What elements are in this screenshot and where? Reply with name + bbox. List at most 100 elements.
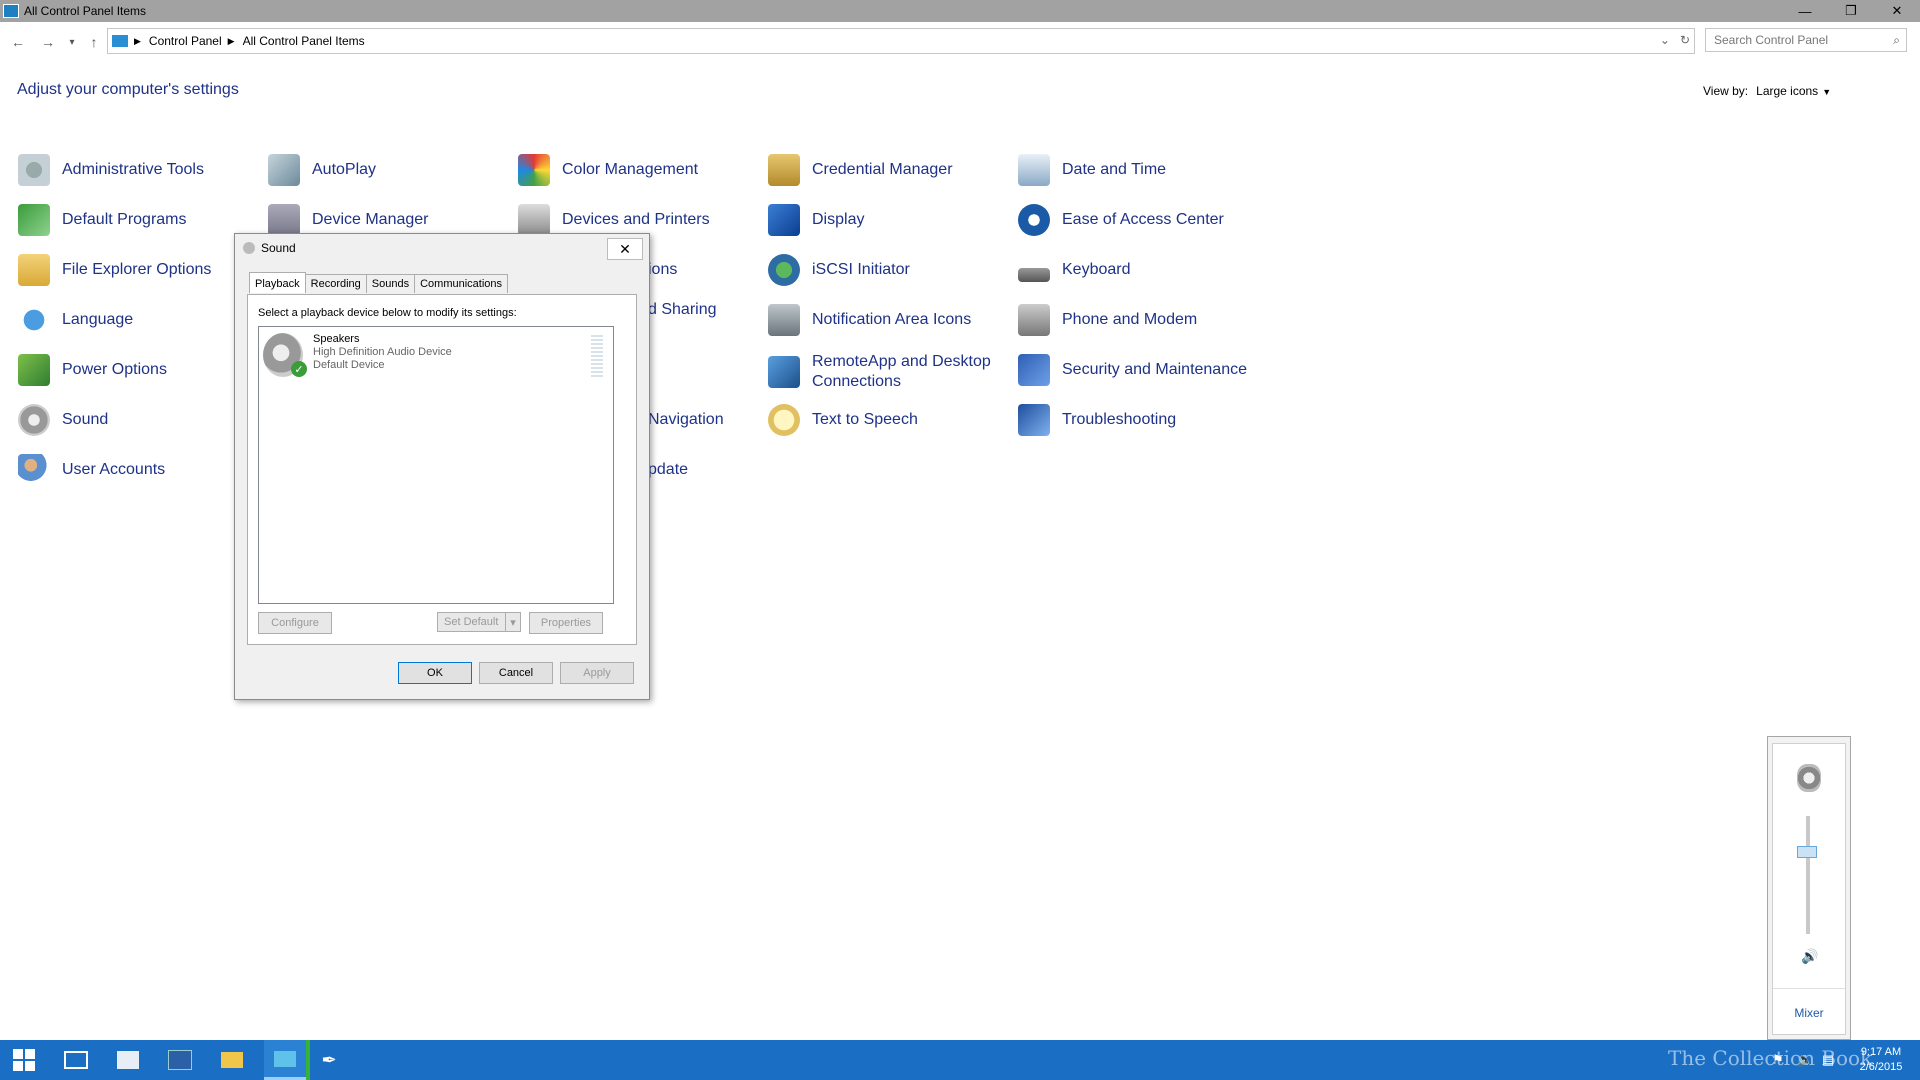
item-language[interactable]: Language: [18, 302, 133, 338]
action-center-flag-icon[interactable]: ⚑: [1772, 1052, 1784, 1068]
tab-recording[interactable]: Recording: [304, 274, 367, 293]
recent-locations-button[interactable]: ▾: [62, 32, 82, 52]
control-panel-icon: [112, 35, 128, 47]
window-controls: — ❐ ✕: [1782, 0, 1920, 22]
volume-slider[interactable]: [1806, 816, 1810, 934]
view-by-dropdown[interactable]: Large icons ▼: [1756, 84, 1831, 98]
troubleshooting-icon: [1018, 404, 1050, 436]
address-dropdown-icon[interactable]: ⌄: [1660, 33, 1670, 47]
ok-button[interactable]: OK: [398, 662, 472, 684]
speaker-icon: ✓: [263, 333, 307, 377]
breadcrumb-all-items[interactable]: All Control Panel Items: [243, 34, 365, 48]
notifications-icon[interactable]: ▤: [1822, 1052, 1834, 1068]
server-manager-icon: [117, 1051, 139, 1069]
powershell-icon: [168, 1050, 192, 1070]
start-button[interactable]: [8, 1044, 40, 1076]
credential-manager-icon: [768, 154, 800, 186]
folder-icon: [221, 1052, 243, 1068]
item-security-and-maintenance[interactable]: Security and Maintenance: [1018, 352, 1247, 388]
clock-date: 2/6/2015: [1859, 1061, 1903, 1073]
speaker-device-icon[interactable]: [1797, 764, 1821, 792]
item-iscsi-initiator[interactable]: iSCSI Initiator: [768, 252, 910, 288]
taskbar-clock[interactable]: 9:17 AM 2/6/2015: [1846, 1045, 1916, 1075]
item-credential-manager[interactable]: Credential Manager: [768, 152, 953, 188]
sound-dialog-close-button[interactable]: ✕: [607, 238, 643, 260]
item-date-and-time[interactable]: Date and Time: [1018, 152, 1166, 188]
taskbar: ✒: [0, 1040, 1920, 1080]
level-meter: [591, 335, 603, 377]
user-accounts-icon: [18, 454, 50, 486]
control-panel-task-button[interactable]: [264, 1040, 306, 1080]
powershell-button[interactable]: [164, 1044, 196, 1076]
device-speakers[interactable]: ✓ Speakers High Definition Audio Device …: [263, 333, 452, 377]
breadcrumb-control-panel[interactable]: Control Panel: [149, 34, 222, 48]
apply-button[interactable]: Apply: [560, 662, 634, 684]
file-explorer-button[interactable]: [216, 1044, 248, 1076]
item-partial-navigation[interactable]: Navigation: [648, 402, 724, 438]
keyboard-icon: [1018, 268, 1050, 282]
item-display[interactable]: Display: [768, 202, 864, 238]
forward-button[interactable]: →: [38, 32, 58, 52]
windows-logo-icon: [13, 1049, 35, 1071]
window-title: All Control Panel Items: [24, 4, 147, 18]
default-programs-icon: [18, 204, 50, 236]
item-color-management[interactable]: Color Management: [518, 152, 698, 188]
device-manager-icon: [268, 204, 300, 236]
search-icon[interactable]: ⌕: [1893, 33, 1900, 48]
window-title-bar: All Control Panel Items — ❐ ✕: [0, 0, 1920, 22]
set-default-dropdown-icon[interactable]: ▾: [505, 613, 520, 631]
set-default-button[interactable]: Set Default ▾: [437, 612, 521, 632]
configure-button[interactable]: Configure: [258, 612, 332, 634]
control-panel-icon: [3, 4, 19, 18]
language-icon: [18, 304, 50, 336]
tab-playback[interactable]: Playback: [249, 272, 306, 293]
cancel-button[interactable]: Cancel: [479, 662, 553, 684]
item-partial-options[interactable]: ions: [648, 252, 677, 288]
task-view-button[interactable]: [60, 1044, 92, 1076]
item-notification-area-icons[interactable]: Notification Area Icons: [768, 302, 971, 338]
mute-toggle-icon[interactable]: 🔊: [1801, 948, 1818, 965]
item-file-explorer-options[interactable]: File Explorer Options: [18, 252, 211, 288]
flag-icon: [1018, 354, 1050, 386]
item-power-options[interactable]: Power Options: [18, 352, 167, 388]
mixer-link[interactable]: Mixer: [1773, 1006, 1845, 1020]
playback-device-list: ✓ Speakers High Definition Audio Device …: [258, 326, 614, 604]
minimize-button[interactable]: —: [1782, 0, 1828, 22]
search-input[interactable]: Search Control Panel ⌕: [1705, 28, 1907, 52]
item-text-to-speech[interactable]: Text to Speech: [768, 402, 918, 438]
item-phone-and-modem[interactable]: Phone and Modem: [1018, 302, 1197, 338]
back-button[interactable]: ←: [8, 32, 28, 52]
control-panel-icon: [274, 1050, 296, 1067]
item-remoteapp[interactable]: RemoteApp and Desktop Connections: [768, 350, 991, 394]
phone-modem-icon: [1018, 304, 1050, 336]
pinned-app-button[interactable]: ✒: [306, 1040, 348, 1080]
item-ease-of-access[interactable]: Ease of Access Center: [1018, 202, 1224, 238]
address-row: ← → ▾ ↑ ▶ Control Panel ▶ All Control Pa…: [0, 24, 1920, 58]
properties-button[interactable]: Properties: [529, 612, 603, 634]
refresh-icon[interactable]: ↻: [1680, 33, 1690, 47]
address-bar[interactable]: ▶ Control Panel ▶ All Control Panel Item…: [107, 28, 1695, 54]
view-by-label: View by:: [1703, 84, 1749, 98]
volume-flyout: 🔊 Mixer: [1767, 736, 1851, 1040]
administrative-tools-icon: [18, 154, 50, 186]
volume-tray-icon[interactable]: 🔈: [1797, 1052, 1813, 1068]
item-administrative-tools[interactable]: Administrative Tools: [18, 152, 204, 188]
item-partial-sharing[interactable]: d Sharing: [648, 292, 717, 328]
volume-slider-thumb[interactable]: [1797, 846, 1817, 859]
view-by: View by: Large icons ▼: [1703, 84, 1831, 98]
item-partial-update[interactable]: pdate: [648, 452, 688, 488]
item-default-programs[interactable]: Default Programs: [18, 202, 187, 238]
item-troubleshooting[interactable]: Troubleshooting: [1018, 402, 1176, 438]
item-sound[interactable]: Sound: [18, 402, 108, 438]
notification-area-icon: [768, 304, 800, 336]
item-autoplay[interactable]: AutoPlay: [268, 152, 376, 188]
item-user-accounts[interactable]: User Accounts: [18, 452, 165, 488]
tab-sounds[interactable]: Sounds: [365, 274, 416, 293]
item-keyboard[interactable]: Keyboard: [1018, 252, 1131, 288]
sound-dialog: Sound ✕ Playback Recording Sounds Commun…: [234, 233, 650, 700]
restore-button[interactable]: ❐: [1828, 0, 1874, 22]
up-button[interactable]: ↑: [84, 32, 104, 52]
tab-communications[interactable]: Communications: [414, 274, 509, 293]
close-button[interactable]: ✕: [1874, 0, 1920, 22]
server-manager-button[interactable]: [112, 1044, 144, 1076]
